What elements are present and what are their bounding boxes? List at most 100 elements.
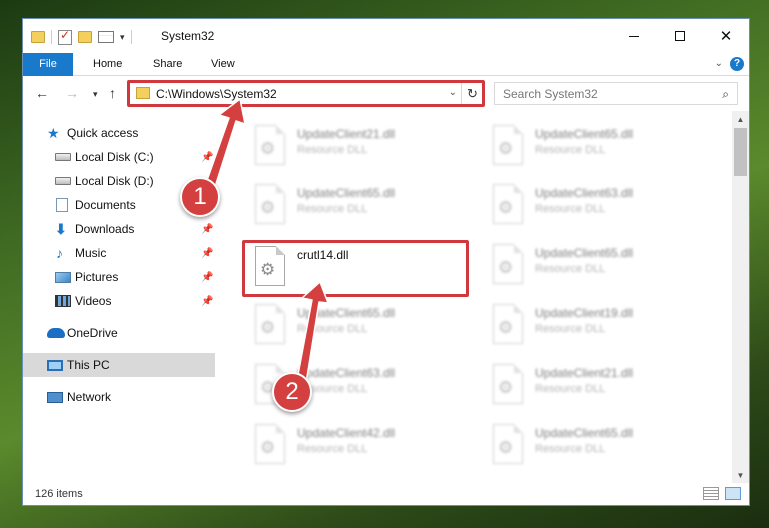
close-button[interactable]: ✕ [703, 19, 749, 53]
sidebar-item-music[interactable]: ♪ Music 📌 [23, 241, 215, 265]
new-folder-icon[interactable] [78, 31, 92, 43]
vertical-scrollbar[interactable]: ▲ ▼ [732, 111, 749, 484]
file-name: UpdateClient65.dll [535, 426, 634, 440]
scroll-down-icon[interactable]: ▼ [732, 467, 749, 484]
sidebar-item-label: This PC [67, 358, 110, 372]
search-input[interactable] [503, 86, 703, 102]
tab-home[interactable]: Home [83, 53, 132, 76]
sidebar-item-downloads[interactable]: ⬇ Downloads 📌 [23, 217, 215, 241]
file-item[interactable]: ⚙ UpdateClient65.dll Resource DLL [245, 178, 475, 233]
large-icons-view-icon[interactable] [725, 487, 741, 500]
file-name: UpdateClient65.dll [297, 306, 396, 320]
gear-icon: ⚙ [260, 438, 276, 457]
file-item[interactable]: ⚙ UpdateClient65.dll Resource DLL [245, 298, 475, 353]
step-2-badge: 2 [272, 372, 312, 412]
sidebar-item-this-pc[interactable]: This PC [23, 353, 215, 377]
file-type: Resource DLL [535, 203, 606, 215]
file-type: Resource DLL [297, 323, 368, 335]
minimize-icon [629, 35, 639, 37]
tab-file[interactable]: File [23, 53, 73, 76]
sidebar-item-label: Music [75, 246, 107, 260]
window-title: System32 [161, 29, 215, 43]
sidebar-item-videos[interactable]: Videos 📌 [23, 289, 215, 313]
file-item[interactable]: ⚙ UpdateClient65.dll Resource DLL [483, 418, 713, 473]
gear-icon: ⚙ [498, 378, 514, 397]
customize-view-icon[interactable] [98, 31, 114, 43]
dll-file-icon: ⚙ [493, 364, 523, 404]
file-name: UpdateClient19.dll [535, 306, 634, 320]
network-icon [47, 391, 63, 403]
file-item[interactable]: ⚙ UpdateClient21.dll Resource DLL [245, 119, 475, 174]
pin-icon[interactable]: 📌 [201, 272, 213, 283]
details-view-icon[interactable] [703, 487, 719, 500]
sidebar-item-quick-access[interactable]: ★ Quick access [23, 121, 215, 145]
file-explorer-window: ▾ System32 ✕ File Home Share View ⌄ ? ← … [22, 18, 750, 506]
sidebar-item-label: Network [67, 390, 112, 404]
file-item[interactable]: ⚙ UpdateClient42.dll Resource DLL [245, 418, 475, 473]
back-arrow-icon[interactable]: ← [35, 85, 49, 101]
scroll-up-icon[interactable]: ▲ [732, 111, 749, 128]
navigation-pane: ★ Quick access Local Disk (C:) 📌 Local D… [23, 121, 215, 486]
sidebar-item-label: Documents [75, 198, 136, 212]
sidebar-item-label: Local Disk (C:) [75, 150, 154, 164]
quick-access-toolbar: ▾ [31, 28, 132, 46]
file-type: Resource DLL [297, 203, 368, 215]
help-icon[interactable]: ? [730, 57, 744, 71]
dll-file-icon: ⚙ [493, 304, 523, 344]
properties-check-icon[interactable] [58, 28, 72, 45]
pc-icon [47, 359, 63, 371]
videos-icon [55, 295, 71, 307]
maximize-button[interactable] [657, 19, 703, 53]
search-icon[interactable]: ⌕ [722, 87, 729, 102]
sidebar-item-local-disk-c[interactable]: Local Disk (C:) 📌 [23, 145, 215, 169]
toolbar-divider [130, 30, 132, 44]
file-item[interactable]: ⚙ UpdateClient65.dll Resource DLL [483, 119, 713, 174]
pin-icon[interactable]: 📌 [201, 296, 213, 307]
sidebar-item-label: Videos [75, 294, 112, 308]
file-item[interactable]: ⚙ UpdateClient65.dll Resource DLL [483, 238, 713, 293]
recent-locations-icon[interactable]: ▾ [93, 89, 98, 100]
file-item[interactable]: ⚙ UpdateClient19.dll Resource DLL [483, 298, 713, 353]
maximize-icon [675, 31, 685, 41]
minimize-button[interactable] [611, 19, 657, 53]
pin-icon[interactable]: 📌 [201, 224, 213, 235]
sidebar-item-label: Local Disk (D:) [75, 174, 154, 188]
file-item[interactable]: ⚙ UpdateClient21.dll Resource DLL [483, 358, 713, 413]
tab-share[interactable]: Share [143, 53, 192, 76]
gear-icon: ⚙ [260, 198, 276, 217]
dll-file-icon: ⚙ [255, 424, 285, 464]
title-bar: ▾ System32 ✕ [23, 19, 749, 53]
gear-icon: ⚙ [498, 198, 514, 217]
dll-file-icon: ⚙ [493, 125, 523, 165]
sidebar-item-pictures[interactable]: Pictures 📌 [23, 265, 215, 289]
file-list: ⚙ UpdateClient21.dll Resource DLL ⚙ Upda… [237, 117, 737, 487]
download-icon: ⬇ [55, 221, 67, 237]
sidebar-item-network[interactable]: Network [23, 385, 215, 409]
expand-ribbon-icon[interactable]: ⌄ [715, 58, 723, 69]
pin-icon[interactable]: 📌 [201, 152, 213, 163]
folder-icon [31, 31, 45, 43]
music-icon: ♪ [56, 245, 63, 261]
forward-arrow-icon[interactable]: → [65, 85, 79, 101]
pin-icon[interactable]: 📌 [201, 248, 213, 259]
search-box[interactable]: ⌕ [494, 82, 738, 105]
sidebar-item-onedrive[interactable]: OneDrive [23, 321, 215, 345]
scrollbar-thumb[interactable] [734, 128, 747, 176]
chevron-down-icon[interactable]: ▾ [120, 32, 125, 43]
gear-icon: ⚙ [260, 139, 276, 158]
drive-icon [55, 177, 71, 185]
up-arrow-icon[interactable]: ↑ [109, 85, 116, 101]
file-name: UpdateClient21.dll [535, 366, 634, 380]
sidebar-item-label: Quick access [67, 126, 139, 140]
tab-view[interactable]: View [201, 53, 245, 76]
file-type: Resource DLL [535, 443, 606, 455]
file-type: Resource DLL [297, 144, 368, 156]
file-item[interactable]: ⚙ UpdateClient63.dll Resource DLL [483, 178, 713, 233]
star-icon: ★ [47, 125, 60, 141]
file-name: UpdateClient65.dll [535, 246, 634, 260]
documents-icon [56, 198, 68, 212]
file-type: Resource DLL [297, 443, 368, 455]
file-name: UpdateClient63.dll [297, 366, 396, 380]
pictures-icon [55, 271, 71, 283]
file-type: Resource DLL [535, 383, 606, 395]
